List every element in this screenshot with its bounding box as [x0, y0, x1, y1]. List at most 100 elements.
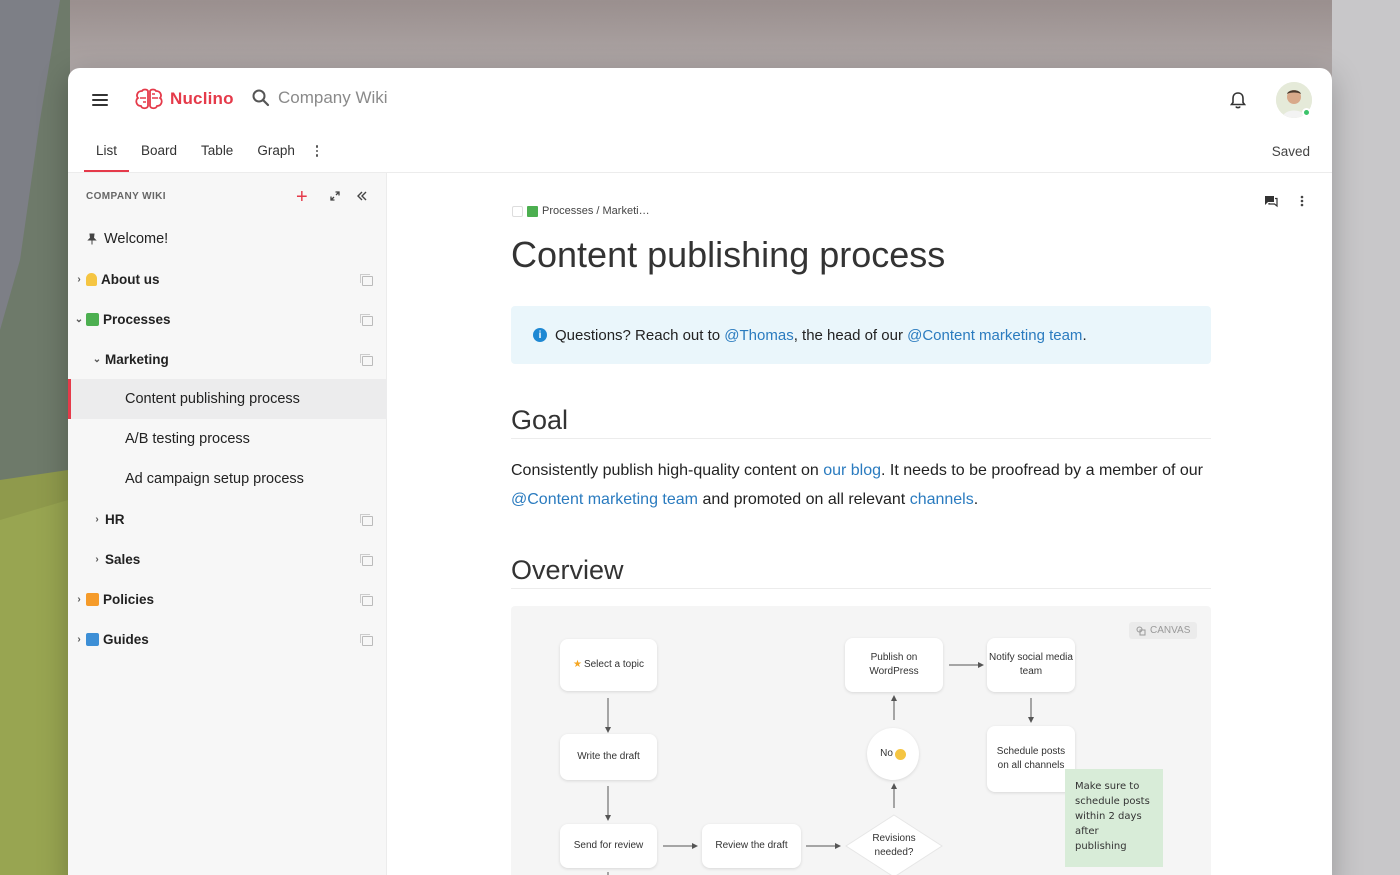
sidebar-item-about-us[interactable]: › About us — [68, 259, 387, 299]
brand-logo[interactable]: Nuclino — [134, 87, 234, 111]
notification-bell-icon[interactable] — [1228, 90, 1248, 110]
chevron-right-icon[interactable]: › — [92, 514, 102, 525]
sidebar-item-welcome[interactable]: Welcome! — [68, 219, 387, 259]
chevron-right-icon[interactable]: › — [74, 274, 84, 285]
duplicate-icon[interactable] — [360, 633, 373, 646]
app-window: Nuclino List Board Table Graph — [68, 68, 1332, 875]
goal-paragraph: Consistently publish high-quality conten… — [511, 456, 1211, 514]
duplicate-icon[interactable] — [360, 513, 373, 526]
page-title[interactable]: Content publishing process — [511, 234, 945, 276]
flow-node-send-review[interactable]: Send for review — [560, 824, 657, 868]
brain-logo-icon — [135, 88, 163, 110]
top-bar: Nuclino — [68, 68, 1332, 132]
search-icon — [252, 89, 270, 107]
tab-board[interactable]: Board — [129, 138, 189, 172]
flow-node-select-topic[interactable]: ★ Select a topic — [560, 639, 657, 691]
sidebar-item-hr[interactable]: › HR — [68, 499, 387, 539]
duplicate-icon[interactable] — [360, 353, 373, 366]
callout-text-part: Questions? Reach out to — [555, 326, 725, 344]
comments-icon[interactable] — [1264, 194, 1278, 208]
online-status-dot — [1302, 108, 1311, 117]
flow-node-label: Publish on WordPress — [869, 652, 919, 677]
star-emoji-icon: ★ — [572, 659, 582, 670]
goal-heading: Goal — [511, 405, 1211, 439]
callout-text-part: . — [1082, 326, 1087, 344]
flow-node-label: Send for review — [573, 840, 644, 851]
sidebar-item-label: Marketing — [105, 351, 169, 367]
smiley-emoji-icon — [894, 748, 906, 760]
duplicate-icon[interactable] — [360, 273, 373, 286]
our-blog-link[interactable]: our blog — [823, 462, 881, 479]
flow-node-no[interactable]: No — [867, 728, 919, 780]
collapse-sidebar-icon[interactable] — [356, 190, 368, 202]
info-icon: i — [533, 328, 547, 342]
callout-text: Questions? Reach out to @Thomas, the hea… — [555, 327, 1087, 344]
expand-icon[interactable] — [330, 191, 340, 201]
breadcrumb[interactable]: Processes / Marketi… — [512, 205, 650, 217]
content-team-link[interactable]: @Content marketing team — [511, 491, 698, 508]
sidebar-item-label: A/B testing process — [125, 431, 250, 447]
green-book-emoji-icon — [527, 205, 538, 217]
mention-thomas-link[interactable]: @Thomas — [724, 327, 793, 344]
sidebar-item-ad-campaign-setup-process[interactable]: Ad campaign setup process — [68, 459, 387, 499]
sidebar-item-ab-testing-process[interactable]: A/B testing process — [68, 419, 387, 459]
view-tabs: List Board Table Graph — [84, 138, 327, 172]
chevron-right-icon[interactable]: › — [92, 554, 102, 565]
add-item-icon[interactable]: + — [296, 187, 308, 207]
channels-link[interactable]: channels — [910, 491, 974, 508]
search-input[interactable] — [278, 88, 498, 108]
sidebar-item-label: Welcome! — [104, 231, 169, 247]
sidebar-item-sales[interactable]: › Sales — [68, 539, 387, 579]
pin-icon — [87, 233, 97, 245]
sidebar-item-marketing[interactable]: ⌄ Marketing — [68, 339, 387, 379]
sidebar-item-label: Policies — [103, 591, 155, 607]
flow-node-label: Revisions needed? — [872, 833, 916, 858]
goal-text: Consistently publish high-quality conten… — [511, 462, 824, 479]
callout-text-part: , the head of our — [793, 326, 908, 344]
flow-node-label: Schedule posts on all channels — [996, 746, 1066, 771]
sidebar: COMPANY WIKI + Welcome! › About us ⌄ Pro… — [68, 173, 387, 875]
breadcrumb-path[interactable]: Processes / Marketi… — [542, 205, 650, 217]
chevron-right-icon[interactable]: › — [74, 634, 84, 645]
tab-list[interactable]: List — [84, 138, 130, 172]
flow-node-publish[interactable]: Publish on WordPress — [845, 638, 943, 692]
flow-node-label: Notify social media team — [989, 652, 1073, 677]
goal-text: . It needs to be proofread by a member o… — [881, 462, 1203, 479]
chevron-down-icon[interactable]: ⌄ — [92, 354, 102, 365]
sidebar-item-content-publishing-process[interactable]: Content publishing process — [68, 379, 387, 419]
sidebar-item-guides[interactable]: › Guides — [68, 619, 387, 659]
chevron-down-icon[interactable]: ⌄ — [74, 314, 84, 325]
flowchart-canvas[interactable]: CANVAS ★Select a topic Write the draft — [511, 606, 1211, 875]
chevron-right-icon[interactable]: › — [74, 594, 84, 605]
flow-node-label: Write the draft — [577, 751, 640, 762]
sidebar-item-label: Processes — [103, 311, 171, 327]
flow-node-write-draft[interactable]: Write the draft — [560, 734, 657, 780]
tab-table[interactable]: Table — [189, 138, 245, 172]
green-book-emoji-icon — [86, 312, 99, 326]
more-options-icon[interactable] — [1300, 194, 1304, 208]
sidebar-item-label: Ad campaign setup process — [125, 471, 304, 487]
sidebar-item-processes[interactable]: ⌄ Processes — [68, 299, 387, 339]
tab-graph[interactable]: Graph — [245, 138, 307, 172]
sticky-note[interactable]: Make sure to schedule posts within 2 day… — [1065, 769, 1163, 867]
duplicate-icon[interactable] — [360, 553, 373, 566]
search-bar[interactable] — [252, 88, 498, 108]
sidebar-item-label: Guides — [103, 631, 149, 647]
sidebar-item-policies[interactable]: › Policies — [68, 579, 387, 619]
duplicate-icon[interactable] — [360, 593, 373, 606]
more-views-icon[interactable] — [307, 138, 327, 172]
info-callout: i Questions? Reach out to @Thomas, the h… — [511, 306, 1211, 364]
flow-node-review-draft[interactable]: Review the draft — [702, 824, 801, 868]
duplicate-icon[interactable] — [360, 313, 373, 326]
menu-icon[interactable] — [92, 94, 108, 106]
mention-content-team-link[interactable]: @Content marketing team — [907, 327, 1082, 344]
goal-text: and promoted on all relevant — [698, 491, 910, 508]
sidebar-title: COMPANY WIKI — [86, 191, 166, 202]
checkbox-icon[interactable] — [512, 205, 523, 217]
orange-book-emoji-icon — [86, 592, 99, 606]
sidebar-item-label: About us — [101, 271, 160, 287]
save-status: Saved — [1271, 144, 1310, 159]
flow-node-notify[interactable]: Notify social media team — [987, 638, 1075, 692]
flow-node-schedule[interactable]: Schedule posts on all channels — [987, 726, 1075, 792]
sidebar-item-label: Sales — [105, 551, 141, 567]
